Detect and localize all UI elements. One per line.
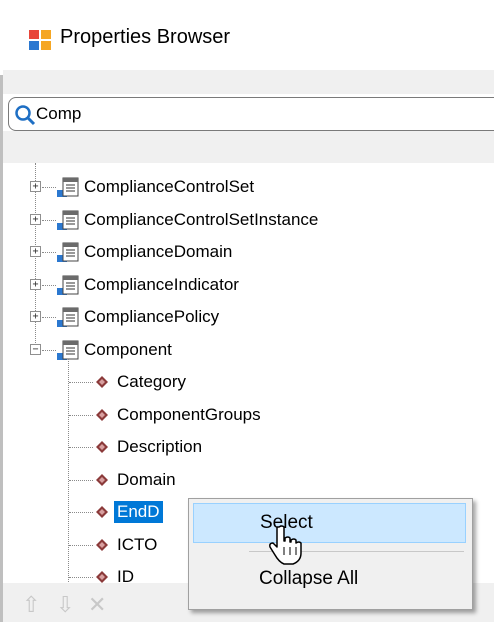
property-diamond-icon bbox=[96, 441, 108, 453]
arrow-up-icon[interactable]: ⇧ bbox=[22, 592, 40, 618]
hand-cursor-icon bbox=[269, 525, 302, 565]
expand-icon[interactable]: + bbox=[30, 246, 41, 257]
tree-node-label: CompliancePolicy bbox=[84, 307, 220, 326]
tree-connector-line bbox=[69, 512, 93, 513]
property-diamond-icon bbox=[96, 506, 108, 518]
tree-node-class[interactable]: − Component bbox=[3, 335, 483, 365]
tree-node-class[interactable]: + ComplianceDomain bbox=[3, 237, 483, 267]
class-table-icon bbox=[57, 177, 79, 197]
expand-icon[interactable]: + bbox=[30, 278, 41, 290]
property-diamond-icon bbox=[96, 376, 108, 388]
tree-node-label: ComplianceControlSet bbox=[84, 177, 255, 196]
tree-node-property[interactable]: Description bbox=[3, 432, 483, 462]
property-diamond-icon bbox=[96, 408, 108, 421]
expand-icon[interactable]: + bbox=[30, 181, 41, 192]
window-title: Properties Browser bbox=[60, 26, 231, 48]
class-table-icon bbox=[57, 275, 79, 295]
tree-connector-line bbox=[42, 284, 56, 286]
tree-connector-line bbox=[42, 349, 56, 351]
tree-node-label: ComplianceControlSetInstance bbox=[84, 209, 319, 229]
tree-connector-line bbox=[69, 479, 93, 481]
tree-node-class[interactable]: + ComplianceControlSetInstance bbox=[3, 205, 483, 235]
tree-node-class[interactable]: + ComplianceControlSet bbox=[3, 172, 483, 202]
tree-connector-line bbox=[42, 219, 56, 221]
expand-icon[interactable]: + bbox=[30, 311, 41, 322]
tree-connector-line bbox=[42, 317, 56, 318]
tree-node-label-selected: EndD bbox=[114, 501, 163, 523]
tree-node-class[interactable]: + CompliancePolicy bbox=[3, 302, 483, 332]
menu-item-collapse-all[interactable]: Collapse All bbox=[193, 559, 466, 599]
tree-node-label: Category bbox=[117, 372, 186, 391]
tree-node-property[interactable]: Domain bbox=[3, 465, 483, 495]
class-table-icon bbox=[57, 340, 79, 360]
tree-connector-line bbox=[42, 252, 56, 253]
tree-node-label: ComplianceDomain bbox=[84, 242, 233, 261]
class-table-icon bbox=[57, 210, 79, 230]
menu-item-select[interactable]: Select bbox=[193, 503, 466, 543]
property-diamond-icon bbox=[96, 473, 108, 486]
tree-node-property[interactable]: Category bbox=[3, 367, 483, 397]
property-diamond-icon bbox=[96, 538, 108, 551]
filter-strip bbox=[3, 131, 494, 163]
tree-connector-line bbox=[69, 447, 93, 448]
class-table-icon bbox=[57, 307, 79, 327]
tree-connector-line bbox=[69, 577, 93, 578]
tree-node-label: Domain bbox=[117, 469, 176, 489]
menu-item-label: Collapse All bbox=[259, 568, 359, 589]
class-table-icon bbox=[57, 242, 79, 262]
toolbar-strip bbox=[3, 70, 494, 94]
context-menu: Select Collapse All bbox=[188, 498, 473, 610]
property-diamond-icon bbox=[96, 571, 108, 583]
title-bar: Properties Browser bbox=[0, 0, 494, 75]
tree-node-label: Component bbox=[84, 339, 172, 359]
tree-connector-line bbox=[42, 187, 56, 188]
tree-node-label: Description bbox=[117, 437, 203, 456]
tree-node-property[interactable]: ComponentGroups bbox=[3, 400, 483, 430]
expand-icon[interactable]: + bbox=[30, 213, 41, 225]
tree-node-label: ComponentGroups bbox=[117, 404, 261, 424]
tree-node-label: ICTO bbox=[117, 534, 158, 554]
search-icon bbox=[15, 105, 36, 126]
properties-browser-icon bbox=[29, 30, 51, 50]
arrow-down-icon[interactable]: ⇩ bbox=[56, 592, 74, 618]
tree-connector-line bbox=[69, 414, 93, 416]
tree-node-label: ComplianceIndicator bbox=[84, 274, 239, 294]
tree-node-class[interactable]: + ComplianceIndicator bbox=[3, 270, 483, 300]
close-icon[interactable]: ✕ bbox=[88, 592, 106, 618]
tree-connector-line bbox=[69, 544, 93, 546]
tree-connector-line bbox=[69, 382, 93, 383]
collapse-icon[interactable]: − bbox=[30, 343, 41, 355]
search-input[interactable] bbox=[36, 101, 476, 127]
